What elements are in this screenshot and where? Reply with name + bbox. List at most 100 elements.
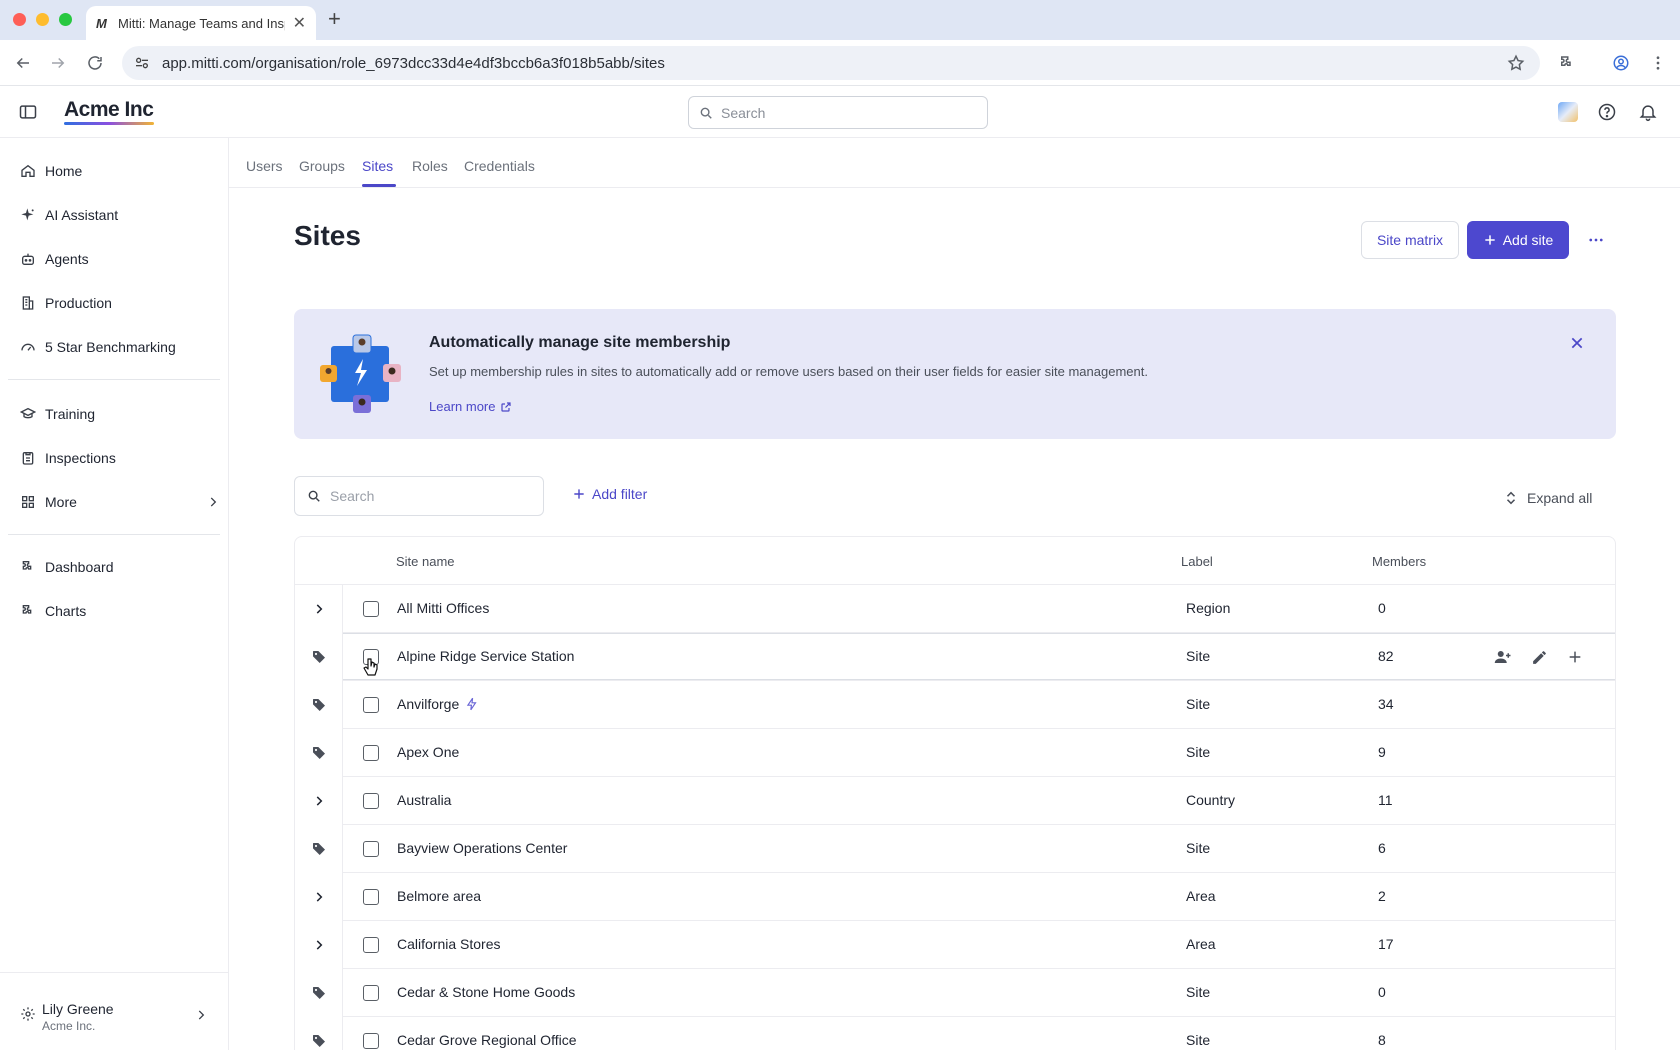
row-checkbox[interactable] [363, 937, 379, 953]
tab-roles[interactable]: Roles [412, 158, 448, 174]
column-header-label[interactable]: Label [1181, 554, 1213, 569]
row-checkbox[interactable] [363, 697, 379, 713]
new-tab-button[interactable]: + [328, 8, 341, 30]
profile-icon[interactable] [1610, 52, 1632, 74]
expand-row-button[interactable] [295, 585, 343, 633]
sidebar-item-inspections[interactable]: Inspections [20, 443, 220, 473]
sidebar-item-dashboard[interactable]: Dashboard [20, 552, 220, 582]
close-window-button[interactable] [13, 13, 26, 26]
sidebar-item-charts[interactable]: Charts [20, 596, 220, 626]
address-bar[interactable]: app.mitti.com/organisation/role_6973dcc3… [122, 46, 1540, 80]
expand-row-button[interactable] [295, 921, 343, 969]
site-name: Cedar Grove Regional Office [397, 1032, 577, 1048]
tab-groups[interactable]: Groups [299, 158, 345, 174]
site-matrix-button[interactable]: Site matrix [1361, 221, 1459, 259]
sidebar-item-home[interactable]: Home [20, 156, 220, 186]
more-options-button[interactable] [1584, 228, 1608, 252]
table-row[interactable]: Alpine Ridge Service Station Site 82 [295, 633, 1615, 681]
extensions-icon[interactable] [1556, 52, 1578, 74]
expand-all-button[interactable]: Expand all [1505, 490, 1592, 506]
sidebar-item-ai-assistant[interactable]: AI Assistant [20, 200, 220, 230]
expand-row-button[interactable] [295, 873, 343, 921]
sites-search-input[interactable]: Search [294, 476, 544, 516]
row-checkbox[interactable] [363, 745, 379, 761]
column-header-members[interactable]: Members [1372, 554, 1426, 569]
learn-more-link[interactable]: Learn more [429, 399, 512, 414]
sidebar-item-label: Home [45, 163, 83, 179]
row-checkbox[interactable] [363, 601, 379, 617]
site-name-cell[interactable]: California Stores [397, 936, 501, 952]
bookmark-star-icon[interactable] [1505, 52, 1527, 74]
row-checkbox[interactable] [363, 793, 379, 809]
clipboard-icon [20, 450, 36, 466]
sidebar-item-training[interactable]: Training [20, 399, 220, 429]
global-search-input[interactable]: Search [688, 96, 988, 129]
add-member-button[interactable] [1491, 645, 1515, 669]
column-header-site-name[interactable]: Site name [396, 554, 455, 569]
sidebar-item-label: AI Assistant [45, 207, 119, 223]
tab-credentials[interactable]: Credentials [464, 158, 535, 174]
sidebar-item-label: Charts [45, 603, 87, 619]
back-button[interactable] [12, 52, 34, 74]
sidebar-item-more[interactable]: More [20, 487, 220, 517]
site-name-cell[interactable]: Bayview Operations Center [397, 840, 567, 856]
search-icon [307, 489, 321, 503]
sidebar-toggle-icon[interactable] [18, 102, 38, 122]
help-icon[interactable] [1597, 102, 1617, 122]
site-name-cell[interactable]: Alpine Ridge Service Station [397, 648, 574, 664]
site-label: Country [1186, 792, 1236, 808]
site-label: Site [1186, 696, 1211, 712]
gauge-icon [20, 339, 36, 355]
gear-icon [20, 1006, 36, 1022]
forward-button[interactable] [47, 52, 69, 74]
site-name-cell[interactable]: Cedar Grove Regional Office [397, 1032, 577, 1048]
maximize-window-button[interactable] [59, 13, 72, 26]
site-name-cell[interactable]: Cedar & Stone Home Goods [397, 984, 575, 1000]
mitti-favicon-icon: M [96, 15, 107, 31]
tab-sites[interactable]: Sites [362, 158, 393, 174]
tab-users[interactable]: Users [246, 158, 283, 174]
row-checkbox[interactable] [363, 985, 379, 1001]
table-row[interactable]: Australia Country 11 [295, 777, 1615, 825]
edit-site-button[interactable] [1527, 645, 1551, 669]
table-row[interactable]: Anvilforge Site 34 [295, 681, 1615, 729]
sidebar-item-agents[interactable]: Agents [20, 244, 220, 274]
learn-more-label: Learn more [429, 399, 496, 414]
row-checkbox[interactable] [363, 1033, 379, 1049]
table-row[interactable]: California Stores Area 17 [295, 921, 1615, 969]
brand-logo[interactable]: Acme Inc [64, 98, 154, 122]
site-name-cell[interactable]: Apex One [397, 744, 459, 760]
close-banner-button[interactable] [1569, 335, 1589, 355]
add-site-button[interactable]: Add site [1467, 221, 1569, 259]
close-tab-icon[interactable]: ✕ [293, 13, 306, 33]
site-members-count: 17 [1378, 936, 1394, 952]
row-checkbox[interactable] [363, 889, 379, 905]
site-name-cell[interactable]: Anvilforge [397, 696, 479, 712]
minimize-window-button[interactable] [36, 13, 49, 26]
row-checkbox[interactable] [363, 841, 379, 857]
notifications-bell-icon[interactable] [1638, 102, 1658, 122]
sidebar-item-production[interactable]: Production [20, 288, 220, 318]
expand-row-button[interactable] [295, 777, 343, 825]
table-row[interactable]: Bayview Operations Center Site 6 [295, 825, 1615, 873]
tag-icon [311, 841, 327, 857]
site-settings-icon[interactable] [134, 55, 150, 71]
table-row[interactable]: Cedar & Stone Home Goods Site 0 [295, 969, 1615, 1017]
site-name-cell[interactable]: Australia [397, 792, 451, 808]
site-name-cell[interactable]: All Mitti Offices [397, 600, 489, 616]
browser-tab[interactable]: M Mitti: Manage Teams and Insp ✕ [86, 6, 316, 40]
apps-launcher-icon[interactable] [1558, 102, 1578, 122]
sidebar-item-label: Dashboard [45, 559, 114, 575]
table-row[interactable]: All Mitti Offices Region 0 [295, 585, 1615, 633]
sidebar-item-5-star-benchmarking[interactable]: 5 Star Benchmarking [20, 332, 220, 362]
site-name: All Mitti Offices [397, 600, 490, 616]
add-child-site-button[interactable] [1563, 645, 1587, 669]
table-row[interactable]: Apex One Site 9 [295, 729, 1615, 777]
browser-menu-icon[interactable] [1647, 52, 1669, 74]
reload-button[interactable] [84, 52, 106, 74]
table-row[interactable]: Belmore area Area 2 [295, 873, 1615, 921]
add-site-label: Add site [1502, 232, 1554, 248]
site-name-cell[interactable]: Belmore area [397, 888, 481, 904]
table-row[interactable]: Cedar Grove Regional Office Site 8 [295, 1017, 1615, 1050]
add-filter-button[interactable]: Add filter [572, 486, 647, 502]
